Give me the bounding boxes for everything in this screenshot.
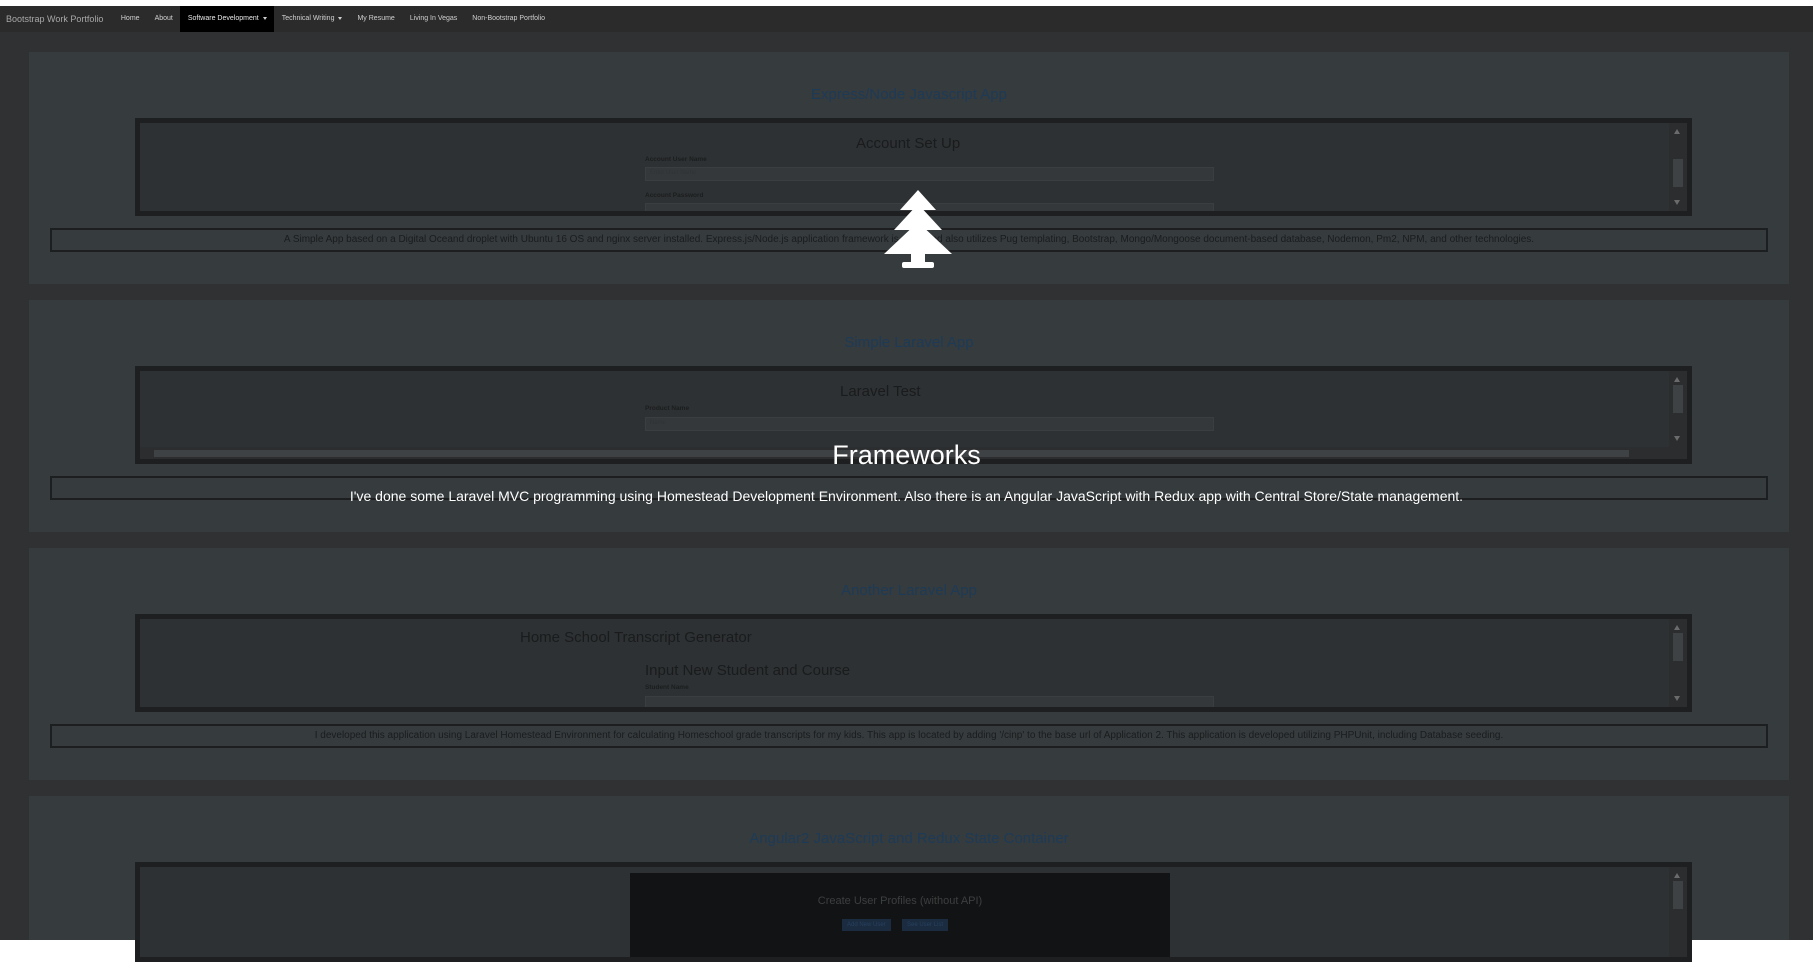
section-angular-redux: Angular2 JavaScript and Redux State Cont… xyxy=(29,796,1789,962)
app-iframe[interactable]: Create User Profiles (without API) Add N… xyxy=(135,862,1692,962)
vertical-scrollbar[interactable] xyxy=(1669,619,1687,707)
see-user-list-button[interactable]: See User List xyxy=(902,919,949,931)
form-heading: Laravel Test xyxy=(840,383,921,400)
nav-item-non-bootstrap-portfolio[interactable]: Non-Bootstrap Portfolio xyxy=(465,6,553,32)
vertical-scrollbar[interactable] xyxy=(1669,867,1687,957)
nav-item-technical-writing[interactable]: Technical Writing xyxy=(274,6,350,32)
scroll-up-icon[interactable] xyxy=(1674,129,1680,134)
tree-icon xyxy=(884,190,952,268)
scroll-thumb[interactable] xyxy=(1673,881,1683,909)
scroll-up-icon[interactable] xyxy=(1674,873,1680,878)
nav-item-software-development[interactable]: Software Development xyxy=(180,6,275,32)
add-new-user-button[interactable]: Add New User xyxy=(842,919,891,931)
overlay-text: I've done some Laravel MVC programming u… xyxy=(349,488,1464,504)
field-label: Account User Name xyxy=(645,156,707,163)
section-title: Another Laravel App xyxy=(841,582,977,599)
nav-item-living-in-vegas[interactable]: Living In Vegas xyxy=(402,6,464,32)
iframe-content: Create User Profiles (without API) Add N… xyxy=(140,867,1669,957)
product-name-input[interactable] xyxy=(645,417,1214,431)
input-placeholder: Enter User Name xyxy=(650,170,697,176)
form-heading: Home School Transcript Generator xyxy=(520,629,752,646)
panel-heading: Create User Profiles (without API) xyxy=(817,895,983,907)
field-label: Account Password xyxy=(645,192,704,199)
vertical-scrollbar[interactable] xyxy=(1669,123,1687,211)
scroll-up-icon[interactable] xyxy=(1674,625,1680,630)
form-subheading: Input New Student and Course xyxy=(645,662,851,679)
user-name-input[interactable] xyxy=(645,167,1214,181)
chevron-down-icon xyxy=(338,16,343,20)
input-placeholder: Name xyxy=(650,420,667,426)
overlay-title: Frameworks xyxy=(832,440,981,470)
app-panel: Create User Profiles (without API) Add N… xyxy=(630,873,1170,957)
student-name-input[interactable] xyxy=(645,696,1214,707)
scroll-down-icon[interactable] xyxy=(1674,200,1680,205)
nav-item-label: Technical Writing xyxy=(281,15,335,22)
section-another-laravel: Another Laravel App Home School Transcri… xyxy=(29,548,1789,780)
scroll-down-icon[interactable] xyxy=(1674,696,1680,701)
field-label: Product Name xyxy=(645,405,690,412)
nav-item-my-resume[interactable]: My Resume xyxy=(350,6,402,32)
app-description: I developed this application using Larav… xyxy=(50,724,1768,748)
nav-item-about[interactable]: About xyxy=(147,6,180,32)
iframe-content: Home School Transcript Generator Input N… xyxy=(140,619,1669,707)
section-title: Angular2 JavaScript and Redux State Cont… xyxy=(749,830,1069,847)
scroll-thumb[interactable] xyxy=(1673,385,1683,413)
app-iframe[interactable]: Home School Transcript Generator Input N… xyxy=(135,614,1692,712)
nav-item-label: Software Development xyxy=(187,15,259,22)
field-label: Student Name xyxy=(645,684,689,691)
scroll-up-icon[interactable] xyxy=(1674,377,1680,382)
section-title: Simple Laravel App xyxy=(844,334,974,351)
scroll-thumb[interactable] xyxy=(1673,633,1683,661)
form-heading: Account Set Up xyxy=(856,135,961,152)
navbar: Bootstrap Work Portfolio Home About Soft… xyxy=(0,6,1813,32)
chevron-down-icon xyxy=(262,16,267,20)
scroll-thumb[interactable] xyxy=(1673,159,1683,187)
section-title: Express/Node Javascript App xyxy=(811,86,1007,103)
page-content: Express/Node Javascript App Account Set … xyxy=(0,32,1813,962)
nav-item-home[interactable]: Home xyxy=(113,6,147,32)
navbar-brand[interactable]: Bootstrap Work Portfolio xyxy=(0,6,113,32)
